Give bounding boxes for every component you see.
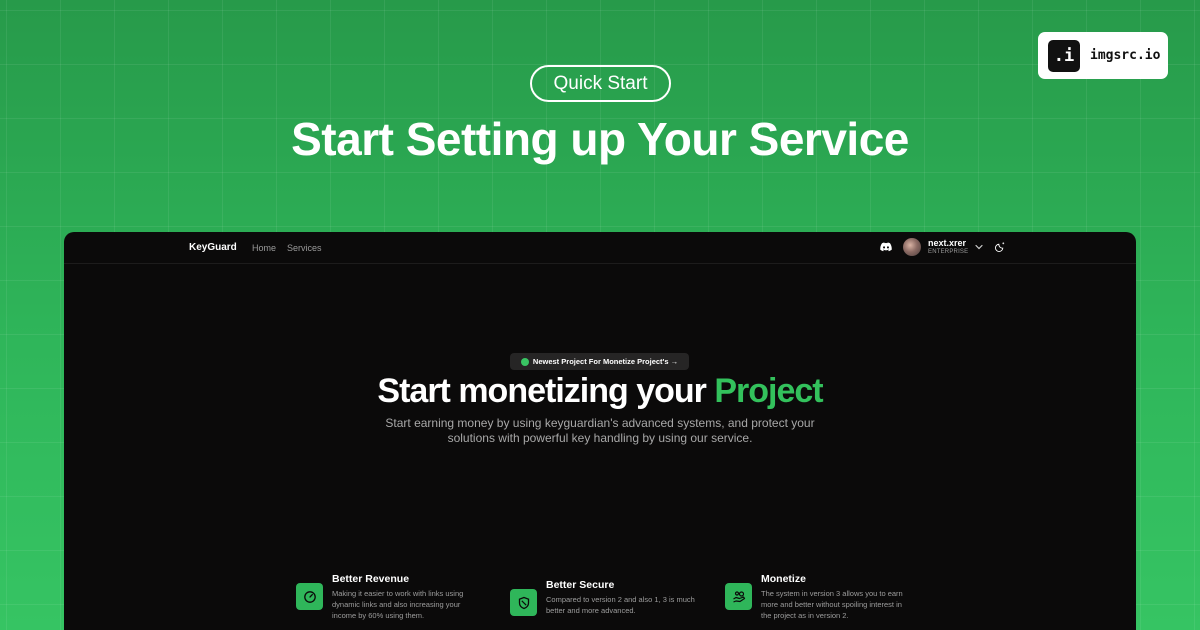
newest-project-pill-label: Newest Project For Monetize Project's → [532,357,679,366]
nav-link-home[interactable]: Home [252,243,276,253]
hero-heading: Start monetizing your Project [64,372,1136,411]
feature-description: Making it easier to work with links usin… [332,589,464,620]
sparkle-icon [520,357,529,366]
gauge-icon [296,583,323,610]
user-plan-label: ENTERPRISE [928,249,969,255]
hero-subtitle: Start earning money by using keyguardian… [385,416,815,445]
shield-icon [510,589,537,616]
feature-title: Better Secure [546,579,615,591]
feature-title: Better Revenue [332,573,410,585]
feature-description: Compared to version 2 and also 1, 3 is m… [546,595,695,615]
imgsrc-logo-text: imgsrc.io [1090,48,1161,63]
page-title: Start Setting up Your Service [291,113,909,165]
app-window-screenshot: KeyGuard Home Services next.xrer ENTERPR… [64,232,1136,630]
discord-icon[interactable] [880,242,892,252]
feature-description: The system in version 3 allows you to ea… [761,589,903,620]
imgsrc-logo: .i imgsrc.io [1038,32,1168,79]
hero-heading-main: Start monetizing your [377,372,715,410]
user-avatar[interactable] [903,238,921,256]
hand-coins-icon [725,583,752,610]
feature-title: Monetize [761,573,806,585]
imgsrc-logo-icon: .i [1048,39,1080,72]
user-name[interactable]: next.xrer [928,238,966,248]
quick-start-badge: Quick Start [530,65,671,102]
brand-logo[interactable]: KeyGuard [189,242,237,253]
theme-toggle-icon[interactable] [995,241,1006,252]
chevron-down-icon[interactable] [974,242,984,252]
top-navbar: KeyGuard Home Services next.xrer ENTERPR… [64,232,1136,264]
nav-link-services[interactable]: Services [287,243,322,253]
hero-heading-accent: Project [714,372,823,410]
newest-project-pill[interactable]: Newest Project For Monetize Project's → [510,353,689,370]
